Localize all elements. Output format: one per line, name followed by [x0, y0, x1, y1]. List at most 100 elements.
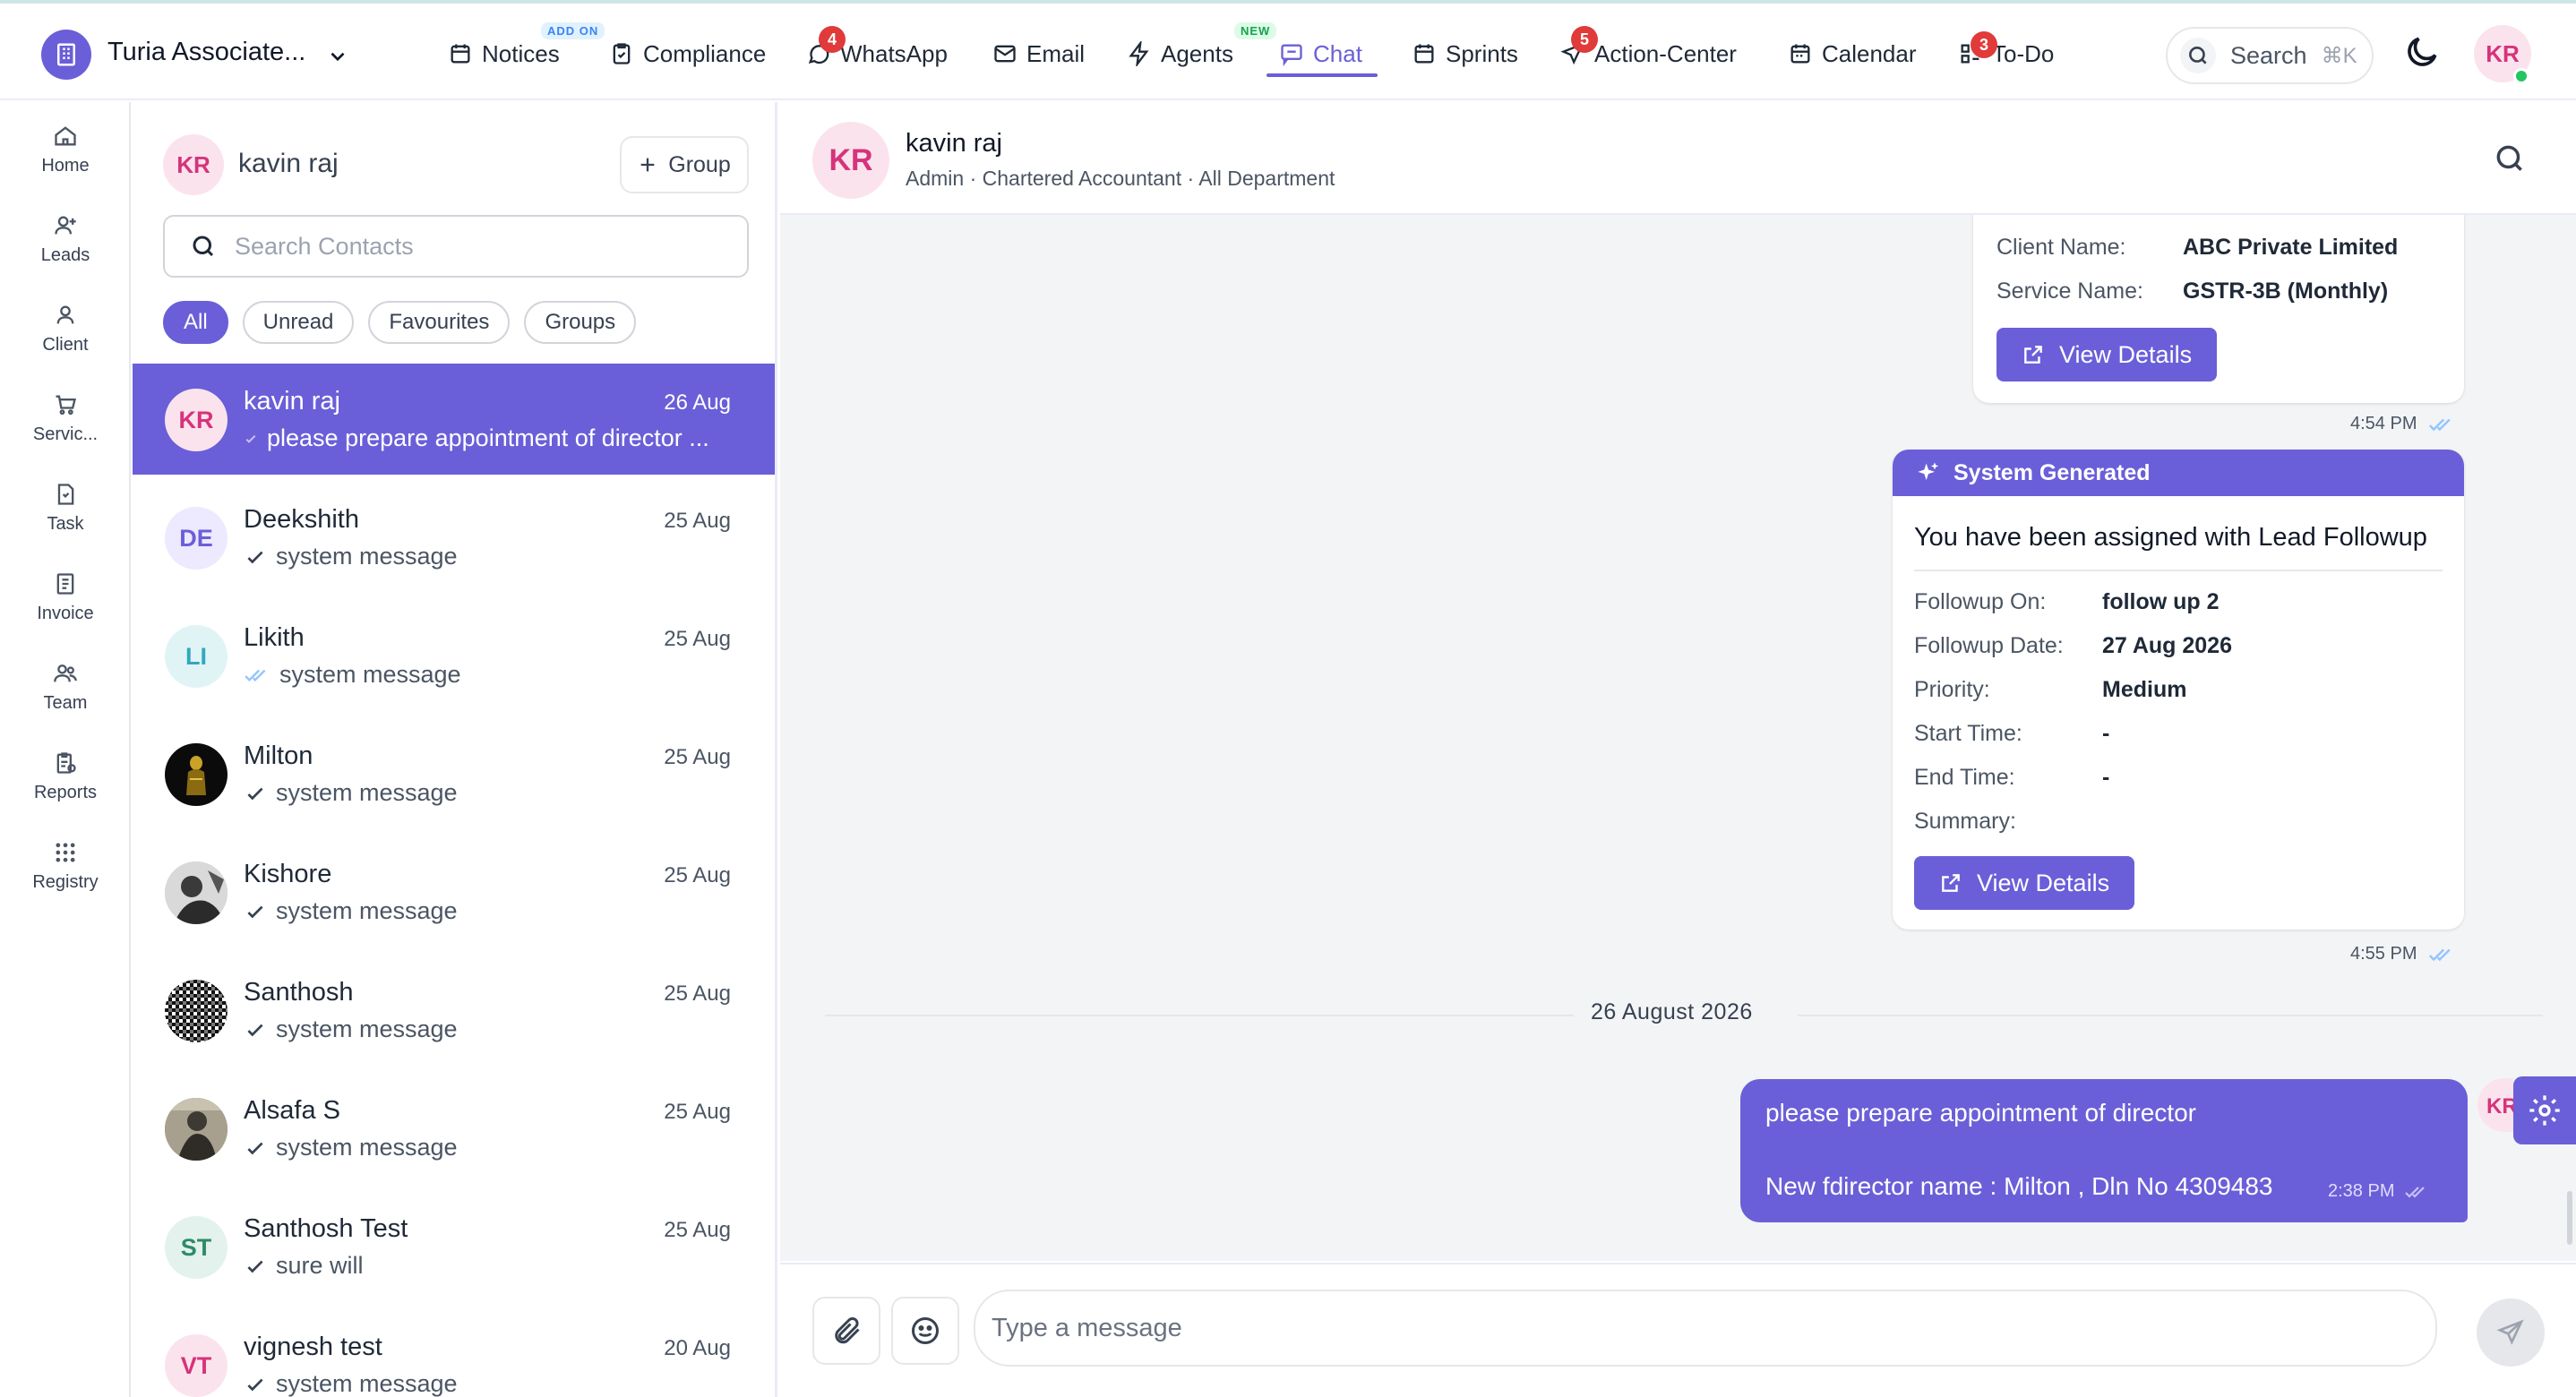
contact-item[interactable]: Milton 25 Aug system message	[133, 718, 775, 829]
double-check-icon	[245, 669, 266, 681]
contact-item[interactable]: VT vignesh test 20 Aug system message	[133, 1309, 775, 1397]
search-icon[interactable]	[2493, 141, 2527, 176]
contact-item[interactable]: KR kavin raj 26 Aug please prepare appoi…	[133, 364, 775, 475]
filter-all[interactable]: All	[163, 301, 228, 344]
double-check-icon	[2429, 418, 2451, 431]
contact-item[interactable]: DE Deekshith 25 Aug system message	[133, 482, 775, 593]
team-icon	[54, 664, 77, 682]
chevron-down-icon[interactable]	[326, 45, 349, 68]
moon-icon[interactable]	[2402, 32, 2442, 72]
date-separator: 26 August 2026	[1591, 999, 1753, 1024]
nav-email[interactable]: Email	[992, 21, 1085, 86]
my-avatar[interactable]: KR	[163, 134, 224, 195]
sent-icon	[245, 434, 256, 443]
chat-messages: Client Name: ABC Private Limited Service…	[780, 215, 2576, 1261]
sidebar-item-invoice[interactable]: Invoice	[0, 571, 131, 624]
field-value: 27 Aug 2026	[2102, 633, 2232, 658]
time-text: 4:54 PM	[2350, 414, 2417, 433]
online-status-dot	[2513, 68, 2529, 84]
invoice-icon	[56, 573, 74, 595]
chat-avatar[interactable]: KR	[812, 122, 889, 199]
contact-name: Santhosh	[244, 978, 354, 1007]
org-name[interactable]: Turia Associate...	[107, 38, 305, 67]
action-center-badge: 5	[1571, 26, 1598, 53]
check-icon	[247, 1378, 263, 1391]
contact-preview: please prepare appointment of director .…	[244, 424, 745, 452]
sidebar-item-team[interactable]: Team	[0, 661, 131, 714]
card-field: Priority: Medium	[1914, 677, 2186, 703]
preview-text: please prepare appointment of director .…	[267, 424, 709, 451]
nav-todo[interactable]: To-Do	[1958, 21, 2054, 86]
nav-agents[interactable]: Agents	[1127, 21, 1233, 86]
addon-tag: ADD ON	[541, 22, 605, 39]
view-details-button[interactable]: View Details	[1914, 856, 2135, 910]
global-search[interactable]: Search ⌘K	[2166, 27, 2374, 84]
emoji-button[interactable]	[891, 1297, 959, 1365]
contact-date: 25 Aug	[664, 627, 731, 651]
card-title: You have been assigned with Lead Followu…	[1914, 523, 2427, 552]
sidebar-item-registry[interactable]: Registry	[0, 840, 131, 893]
check-icon	[247, 551, 263, 563]
group-button-label: Group	[668, 151, 731, 177]
external-link-icon	[1942, 874, 1960, 892]
nav-calendar[interactable]: Calendar	[1788, 21, 1917, 86]
contact-item[interactable]: LI Likith 25 Aug system message	[133, 600, 775, 711]
send-button[interactable]	[2477, 1298, 2545, 1367]
view-details-button[interactable]: View Details	[1996, 328, 2218, 381]
contacts-panel: KR kavin raj Group All Unread Favourites…	[133, 102, 777, 1397]
field-label: Summary:	[1914, 809, 2016, 834]
sidebar-item-task[interactable]: Task	[0, 482, 131, 535]
check-icon	[247, 787, 263, 800]
contact-search-input[interactable]	[235, 232, 718, 261]
sidebar-item-services[interactable]: Servic...	[0, 392, 131, 445]
contact-item[interactable]: ST Santhosh Test 25 Aug sure will	[133, 1191, 775, 1302]
sidebar-item-client[interactable]: Client	[0, 303, 131, 356]
new-group-button[interactable]: Group	[620, 136, 749, 193]
new-tag: NEW	[1234, 22, 1277, 39]
button-label: View Details	[2059, 340, 2193, 368]
message-input[interactable]	[992, 1313, 2407, 1343]
contact-name: vignesh test	[244, 1333, 382, 1361]
send-icon	[2496, 1319, 2524, 1345]
message-line: New fdirector name : Milton , Dln No 430…	[1765, 1172, 2273, 1200]
contact-name: Likith	[244, 623, 305, 652]
sidebar-item-home[interactable]: Home	[0, 124, 131, 176]
field-label: Followup Date:	[1914, 633, 2064, 658]
contact-item[interactable]: Alsafa S 25 Aug system message	[133, 1073, 775, 1184]
sidebar-item-label: Client	[42, 335, 89, 355]
message-time: 2:38 PM	[2328, 1181, 2430, 1202]
contact-item[interactable]: Kishore 25 Aug system message	[133, 836, 775, 947]
contact-preview: system message	[244, 1134, 745, 1161]
contact-preview: system message	[244, 1370, 745, 1397]
check-icon	[247, 1260, 263, 1273]
field-value: follow up 2	[2102, 589, 2220, 614]
top-navbar: Turia Associate... Notices ADD ON Compli…	[0, 0, 2576, 100]
nav-sprints[interactable]: Sprints	[1412, 21, 1518, 86]
filter-unread[interactable]: Unread	[242, 301, 355, 344]
sidebar-item-label: Reports	[33, 783, 98, 802]
field-label: Followup On:	[1914, 589, 2047, 614]
time-text: 2:38 PM	[2328, 1181, 2395, 1201]
sidebar-item-label: Registry	[32, 872, 99, 892]
filter-favourites[interactable]: Favourites	[368, 301, 511, 344]
field-label: Start Time:	[1914, 721, 2022, 746]
chat-contact-subtitle: Admin · Chartered Accountant · All Depar…	[906, 167, 1335, 190]
sidebar-item-leads[interactable]: Leads	[0, 213, 131, 266]
contact-item[interactable]: Santhosh 25 Aug system message	[133, 955, 775, 1066]
sparkle-icon	[1918, 462, 1939, 481]
outgoing-message[interactable]: please prepare appointment of director N…	[1740, 1079, 2468, 1222]
message-composer	[780, 1263, 2576, 1397]
attach-button[interactable]	[812, 1297, 880, 1365]
preview-text: sure will	[276, 1252, 364, 1279]
filter-groups[interactable]: Groups	[524, 301, 637, 344]
org-logo-icon[interactable]	[41, 30, 91, 80]
calendar-icon	[1414, 44, 1434, 64]
gear-icon[interactable]	[2513, 1076, 2576, 1144]
preview-text: system message	[276, 1370, 458, 1397]
search-icon	[2180, 38, 2216, 73]
nav-compliance[interactable]: Compliance	[609, 21, 766, 86]
field-label: Service Name:	[1996, 279, 2143, 304]
scrollbar-thumb[interactable]	[2567, 1191, 2572, 1245]
button-label: View Details	[1977, 869, 2110, 896]
sidebar-item-reports[interactable]: Reports	[0, 750, 131, 803]
